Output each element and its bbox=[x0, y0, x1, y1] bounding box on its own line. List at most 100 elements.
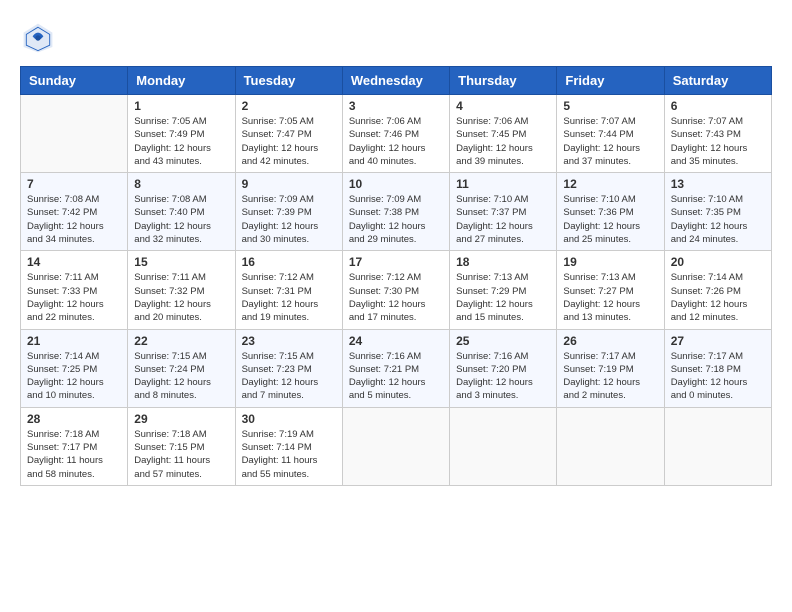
calendar-cell: 15 Sunrise: 7:11 AM Sunset: 7:32 PM Dayli… bbox=[128, 251, 235, 329]
day-info: Sunrise: 7:15 AM Sunset: 7:24 PM Dayligh… bbox=[134, 350, 228, 403]
calendar-cell: 29 Sunrise: 7:18 AM Sunset: 7:15 PM Dayli… bbox=[128, 407, 235, 485]
day-number: 30 bbox=[242, 412, 336, 426]
calendar-cell: 3Sunrise: 7:06 AM Sunset: 7:46 PM Daylig… bbox=[342, 95, 449, 173]
week-row-4: 21 Sunrise: 7:14 AM Sunset: 7:25 PM Dayli… bbox=[21, 329, 772, 407]
day-number: 2 bbox=[242, 99, 336, 113]
day-info: Sunrise: 7:13 AM Sunset: 7:27 PM Dayligh… bbox=[563, 271, 657, 324]
week-row-5: 28 Sunrise: 7:18 AM Sunset: 7:17 PM Dayli… bbox=[21, 407, 772, 485]
column-header-tuesday: Tuesday bbox=[235, 67, 342, 95]
day-number: 21 bbox=[27, 334, 121, 348]
day-number: 13 bbox=[671, 177, 765, 191]
column-header-wednesday: Wednesday bbox=[342, 67, 449, 95]
day-info: Sunrise: 7:16 AM Sunset: 7:21 PM Dayligh… bbox=[349, 350, 443, 403]
calendar-cell: 9 Sunrise: 7:09 AM Sunset: 7:39 PM Daylig… bbox=[235, 173, 342, 251]
calendar-cell: 20 Sunrise: 7:14 AM Sunset: 7:26 PM Dayli… bbox=[664, 251, 771, 329]
day-number: 27 bbox=[671, 334, 765, 348]
day-number: 10 bbox=[349, 177, 443, 191]
calendar-cell: 18Sunrise: 7:13 AM Sunset: 7:29 PM Dayli… bbox=[450, 251, 557, 329]
calendar-cell: 7 Sunrise: 7:08 AM Sunset: 7:42 PM Daylig… bbox=[21, 173, 128, 251]
week-row-1: 1 Sunrise: 7:05 AM Sunset: 7:49 PM Daylig… bbox=[21, 95, 772, 173]
day-info: Sunrise: 7:16 AM Sunset: 7:20 PM Dayligh… bbox=[456, 350, 550, 403]
day-info: Sunrise: 7:06 AM Sunset: 7:45 PM Dayligh… bbox=[456, 115, 550, 168]
day-number: 4 bbox=[456, 99, 550, 113]
calendar-cell bbox=[450, 407, 557, 485]
week-row-3: 14Sunrise: 7:11 AM Sunset: 7:33 PM Dayli… bbox=[21, 251, 772, 329]
day-number: 11 bbox=[456, 177, 550, 191]
day-info: Sunrise: 7:12 AM Sunset: 7:30 PM Dayligh… bbox=[349, 271, 443, 324]
day-info: Sunrise: 7:10 AM Sunset: 7:36 PM Dayligh… bbox=[563, 193, 657, 246]
day-info: Sunrise: 7:11 AM Sunset: 7:32 PM Dayligh… bbox=[134, 271, 228, 324]
calendar-cell: 24 Sunrise: 7:16 AM Sunset: 7:21 PM Dayli… bbox=[342, 329, 449, 407]
day-number: 1 bbox=[134, 99, 228, 113]
day-number: 16 bbox=[242, 255, 336, 269]
day-info: Sunrise: 7:07 AM Sunset: 7:43 PM Dayligh… bbox=[671, 115, 765, 168]
day-number: 19 bbox=[563, 255, 657, 269]
day-info: Sunrise: 7:18 AM Sunset: 7:15 PM Dayligh… bbox=[134, 428, 228, 481]
day-info: Sunrise: 7:12 AM Sunset: 7:31 PM Dayligh… bbox=[242, 271, 336, 324]
column-header-monday: Monday bbox=[128, 67, 235, 95]
day-info: Sunrise: 7:09 AM Sunset: 7:39 PM Dayligh… bbox=[242, 193, 336, 246]
day-number: 9 bbox=[242, 177, 336, 191]
calendar-cell: 12 Sunrise: 7:10 AM Sunset: 7:36 PM Dayli… bbox=[557, 173, 664, 251]
day-number: 24 bbox=[349, 334, 443, 348]
day-info: Sunrise: 7:18 AM Sunset: 7:17 PM Dayligh… bbox=[27, 428, 121, 481]
day-number: 25 bbox=[456, 334, 550, 348]
day-info: Sunrise: 7:09 AM Sunset: 7:38 PM Dayligh… bbox=[349, 193, 443, 246]
calendar-cell: 11Sunrise: 7:10 AM Sunset: 7:37 PM Dayli… bbox=[450, 173, 557, 251]
calendar-cell: 1 Sunrise: 7:05 AM Sunset: 7:49 PM Daylig… bbox=[128, 95, 235, 173]
calendar-cell: 23 Sunrise: 7:15 AM Sunset: 7:23 PM Dayli… bbox=[235, 329, 342, 407]
column-header-sunday: Sunday bbox=[21, 67, 128, 95]
day-number: 20 bbox=[671, 255, 765, 269]
calendar-body: 1 Sunrise: 7:05 AM Sunset: 7:49 PM Daylig… bbox=[21, 95, 772, 486]
calendar-cell: 26Sunrise: 7:17 AM Sunset: 7:19 PM Dayli… bbox=[557, 329, 664, 407]
calendar-cell: 19 Sunrise: 7:13 AM Sunset: 7:27 PM Dayli… bbox=[557, 251, 664, 329]
day-headers-row: SundayMondayTuesdayWednesdayThursdayFrid… bbox=[21, 67, 772, 95]
day-number: 12 bbox=[563, 177, 657, 191]
calendar-cell: 22 Sunrise: 7:15 AM Sunset: 7:24 PM Dayli… bbox=[128, 329, 235, 407]
day-info: Sunrise: 7:17 AM Sunset: 7:19 PM Dayligh… bbox=[563, 350, 657, 403]
day-number: 6 bbox=[671, 99, 765, 113]
calendar-cell: 8 Sunrise: 7:08 AM Sunset: 7:40 PM Daylig… bbox=[128, 173, 235, 251]
day-info: Sunrise: 7:11 AM Sunset: 7:33 PM Dayligh… bbox=[27, 271, 121, 324]
day-number: 15 bbox=[134, 255, 228, 269]
day-info: Sunrise: 7:05 AM Sunset: 7:47 PM Dayligh… bbox=[242, 115, 336, 168]
logo bbox=[20, 20, 60, 56]
calendar-cell: 10 Sunrise: 7:09 AM Sunset: 7:38 PM Dayli… bbox=[342, 173, 449, 251]
calendar-cell bbox=[557, 407, 664, 485]
calendar-cell bbox=[664, 407, 771, 485]
calendar-cell: 25 Sunrise: 7:16 AM Sunset: 7:20 PM Dayli… bbox=[450, 329, 557, 407]
day-info: Sunrise: 7:15 AM Sunset: 7:23 PM Dayligh… bbox=[242, 350, 336, 403]
page-header bbox=[20, 20, 772, 56]
day-info: Sunrise: 7:17 AM Sunset: 7:18 PM Dayligh… bbox=[671, 350, 765, 403]
day-number: 5 bbox=[563, 99, 657, 113]
calendar-cell: 27 Sunrise: 7:17 AM Sunset: 7:18 PM Dayli… bbox=[664, 329, 771, 407]
day-info: Sunrise: 7:08 AM Sunset: 7:40 PM Dayligh… bbox=[134, 193, 228, 246]
day-number: 28 bbox=[27, 412, 121, 426]
day-info: Sunrise: 7:14 AM Sunset: 7:26 PM Dayligh… bbox=[671, 271, 765, 324]
calendar-cell: 16 Sunrise: 7:12 AM Sunset: 7:31 PM Dayli… bbox=[235, 251, 342, 329]
calendar-table: SundayMondayTuesdayWednesdayThursdayFrid… bbox=[20, 66, 772, 486]
day-number: 29 bbox=[134, 412, 228, 426]
day-info: Sunrise: 7:10 AM Sunset: 7:35 PM Dayligh… bbox=[671, 193, 765, 246]
day-info: Sunrise: 7:08 AM Sunset: 7:42 PM Dayligh… bbox=[27, 193, 121, 246]
calendar-cell bbox=[21, 95, 128, 173]
calendar-cell: 28 Sunrise: 7:18 AM Sunset: 7:17 PM Dayli… bbox=[21, 407, 128, 485]
day-number: 17 bbox=[349, 255, 443, 269]
calendar-cell: 30 Sunrise: 7:19 AM Sunset: 7:14 PM Dayli… bbox=[235, 407, 342, 485]
day-number: 8 bbox=[134, 177, 228, 191]
calendar-cell: 2 Sunrise: 7:05 AM Sunset: 7:47 PM Daylig… bbox=[235, 95, 342, 173]
calendar-header: SundayMondayTuesdayWednesdayThursdayFrid… bbox=[21, 67, 772, 95]
calendar-cell: 5Sunrise: 7:07 AM Sunset: 7:44 PM Daylig… bbox=[557, 95, 664, 173]
calendar-cell: 17 Sunrise: 7:12 AM Sunset: 7:30 PM Dayli… bbox=[342, 251, 449, 329]
day-info: Sunrise: 7:14 AM Sunset: 7:25 PM Dayligh… bbox=[27, 350, 121, 403]
day-number: 23 bbox=[242, 334, 336, 348]
week-row-2: 7 Sunrise: 7:08 AM Sunset: 7:42 PM Daylig… bbox=[21, 173, 772, 251]
day-number: 22 bbox=[134, 334, 228, 348]
day-number: 7 bbox=[27, 177, 121, 191]
day-info: Sunrise: 7:05 AM Sunset: 7:49 PM Dayligh… bbox=[134, 115, 228, 168]
column-header-saturday: Saturday bbox=[664, 67, 771, 95]
day-number: 3 bbox=[349, 99, 443, 113]
day-info: Sunrise: 7:19 AM Sunset: 7:14 PM Dayligh… bbox=[242, 428, 336, 481]
calendar-cell: 4 Sunrise: 7:06 AM Sunset: 7:45 PM Daylig… bbox=[450, 95, 557, 173]
day-number: 18 bbox=[456, 255, 550, 269]
